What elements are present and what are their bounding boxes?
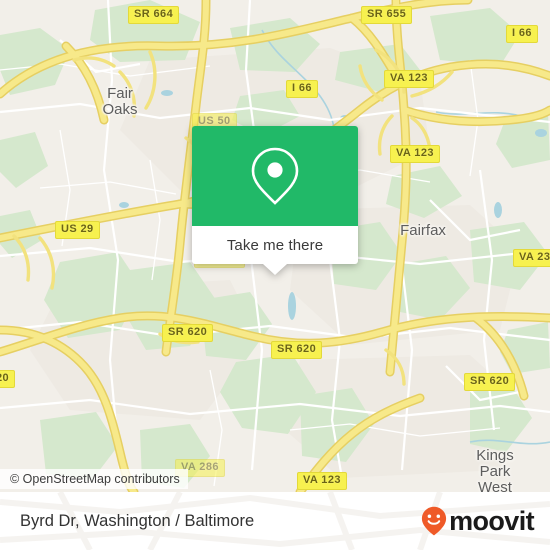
destination-popup-card[interactable]: Take me there: [192, 126, 358, 275]
popup-tail: [263, 264, 287, 275]
highway-shield-va-123-e[interactable]: VA 123: [390, 145, 440, 163]
popup-footer[interactable]: Take me there: [192, 226, 358, 275]
highway-shield-sr-620-west[interactable]: SR 620: [162, 324, 214, 342]
osm-attribution[interactable]: © OpenStreetMap contributors: [0, 469, 188, 489]
moovit-wordmark: moovit: [449, 505, 535, 536]
highway-shield-sr-655[interactable]: SR 655: [361, 6, 413, 24]
map-canvas[interactable]: Fair Oaks Fairfax Kings Park West SR 664 SR…: [0, 0, 550, 492]
highway-shield-sr-620-left-edge[interactable]: 20: [0, 370, 16, 388]
map-screenshot: Fair Oaks Fairfax Kings Park West SR 664 SR…: [0, 0, 550, 550]
highway-shield-va-234[interactable]: VA 234: [513, 249, 550, 267]
popup-header: [192, 126, 358, 226]
location-title: Byrd Dr, Washington / Baltimore: [20, 511, 255, 530]
highway-shield-va-123-n[interactable]: VA 123: [384, 70, 434, 88]
highway-shield-us-29[interactable]: US 29: [55, 221, 100, 239]
highway-shield-sr-620-east[interactable]: SR 620: [464, 373, 516, 391]
map-pin-icon: [251, 147, 299, 205]
moovit-brand[interactable]: moovit: [421, 505, 535, 536]
moovit-pin-icon: [421, 506, 447, 536]
highway-shield-sr-620-center[interactable]: SR 620: [271, 341, 323, 359]
take-me-there-label: Take me there: [226, 236, 324, 254]
footer-bar: Byrd Dr, Washington / Baltimore moovit: [0, 492, 550, 550]
highway-shield-va-123-south[interactable]: VA 123: [297, 472, 347, 490]
highway-shield-sr-664[interactable]: SR 664: [128, 6, 180, 24]
highway-shield-i-66-w[interactable]: I 66: [286, 80, 318, 98]
highway-shield-i-66-ne[interactable]: I 66: [506, 25, 538, 43]
